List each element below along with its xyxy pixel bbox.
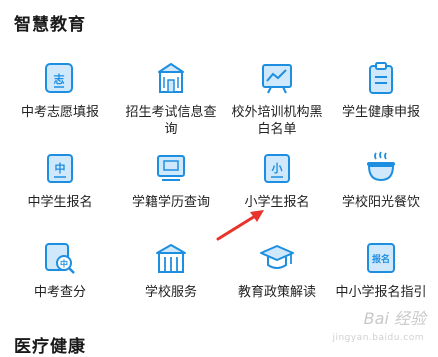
service-zhaosheng-kaoshi[interactable]: 招生考试信息查询 (116, 58, 226, 138)
service-label: 学籍学历查询 (131, 195, 210, 210)
service-label: 中小学报名指引 (335, 285, 427, 300)
search-score-icon: 中 (45, 243, 75, 274)
zhong-badge-icon: 中 (47, 154, 73, 183)
service-label: 学生健康申报 (341, 105, 420, 120)
icon-glyph: 报名 (372, 253, 390, 265)
building-icon (158, 63, 184, 93)
service-baoming-zhiyin[interactable]: 报名 中小学报名指引 (326, 238, 436, 301)
service-label: 中考查分 (33, 285, 86, 300)
chart-board-icon (262, 64, 292, 94)
service-label: 教育政策解读 (237, 285, 316, 300)
service-xueji-xueli[interactable]: 学籍学历查询 (116, 148, 226, 211)
service-zhongkao-zhiyuan[interactable]: 志 中考志愿填报 (5, 58, 115, 121)
service-yangguang-canyin[interactable]: 学校阳光餐饮 (326, 148, 436, 211)
service-label: 学校服务 (144, 285, 197, 300)
service-xuexiao-fuwu[interactable]: 学校服务 (116, 238, 226, 301)
service-xiaoxuesheng-baoming[interactable]: 小 小学生报名 (222, 148, 332, 211)
food-bowl-icon (367, 151, 395, 182)
service-label: 中学生报名 (27, 195, 93, 210)
section-title: 智慧教育 (14, 15, 86, 35)
icon-glyph: 小 (271, 161, 283, 175)
service-label: 学校阳光餐饮 (341, 195, 420, 210)
service-jiankang-shenbao[interactable]: 学生健康申报 (326, 58, 436, 121)
certificate-icon (157, 155, 185, 181)
clipboard-icon (369, 62, 393, 94)
service-label: 中考志愿填报 (20, 105, 99, 120)
icon-glyph: 中 (60, 259, 68, 269)
xiao-badge-icon: 小 (264, 154, 290, 183)
icon-glyph: 中 (55, 161, 66, 175)
watermark-url: jingyan.baidu.com (332, 333, 424, 343)
watermark: Bai 经验 (363, 309, 426, 328)
service-peixun-mingdan[interactable]: 校外培训机构黑白名单 (222, 58, 332, 138)
service-label: 招生考试信息查询 (125, 105, 217, 137)
school-icon (156, 244, 186, 273)
service-label: 校外培训机构黑白名单 (231, 105, 323, 137)
zhi-badge-icon: 志 (45, 63, 73, 93)
service-zhongkao-chafen[interactable]: 中 中考查分 (5, 238, 115, 301)
pointer-arrow-icon (216, 210, 264, 241)
icon-glyph: 志 (54, 72, 65, 86)
service-zhengce-jiedu[interactable]: 教育政策解读 (222, 238, 332, 301)
baoming-badge-icon: 报名 (367, 243, 395, 273)
service-zhongxuesheng-baoming[interactable]: 中 中学生报名 (5, 148, 115, 211)
